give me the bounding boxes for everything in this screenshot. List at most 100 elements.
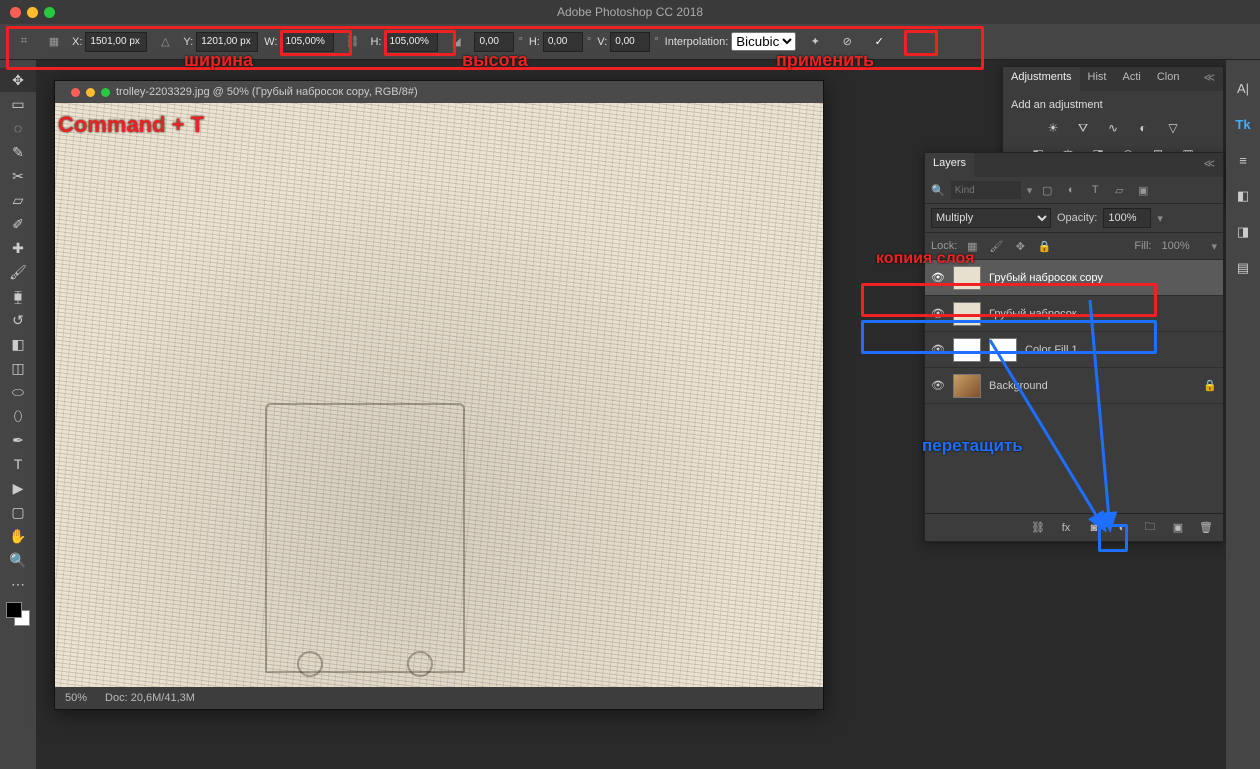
blur-tool[interactable]: ⬭ [0, 380, 36, 404]
filter-type-icon[interactable]: T [1086, 181, 1104, 199]
doc-max-icon[interactable] [101, 88, 110, 97]
brush-tool[interactable]: 🖌 [0, 260, 36, 284]
interpolation-select[interactable]: Bicubic [731, 32, 796, 51]
exposure-icon[interactable]: ◐ [1132, 119, 1154, 137]
rail-icon-3[interactable]: ≡ [1233, 150, 1253, 170]
lock-pos-icon[interactable]: ✥ [1011, 237, 1029, 255]
link-icon[interactable]: ⛓ [340, 30, 364, 54]
delta-icon[interactable]: △ [153, 30, 177, 54]
filter-adjust-icon[interactable]: ◐ [1062, 181, 1080, 199]
x-label: X: [72, 36, 82, 48]
frame-tool[interactable]: ▱ [0, 188, 36, 212]
tk-icon[interactable]: Tk [1233, 114, 1253, 134]
layers-filter-bar: 🔍 ▾ ▢ ◐ T ▱ ▣ [925, 177, 1223, 204]
path-select-tool[interactable]: ▶ [0, 476, 36, 500]
layer-row[interactable]: 👁 Background 🔒 [925, 368, 1223, 404]
visibility-icon[interactable]: 👁 [931, 343, 945, 356]
layer-name[interactable]: Грубый набросок [989, 308, 1217, 320]
filter-smart-icon[interactable]: ▣ [1134, 181, 1152, 199]
eyedropper-tool[interactable]: ✐ [0, 212, 36, 236]
marquee-tool[interactable]: ▭ [0, 92, 36, 116]
canvas[interactable] [55, 103, 823, 687]
history-brush-tool[interactable]: ↺ [0, 308, 36, 332]
layer-name[interactable]: Color Fill 1 [1025, 344, 1217, 356]
tab-history[interactable]: Hist [1080, 67, 1115, 91]
zoom-tool[interactable]: 🔍 [0, 548, 36, 572]
layer-row[interactable]: 👁 Грубый набросок [925, 296, 1223, 332]
filter-shape-icon[interactable]: ▱ [1110, 181, 1128, 199]
lock-pixels-icon[interactable]: ▦ [963, 237, 981, 255]
filter-image-icon[interactable]: ▢ [1038, 181, 1056, 199]
kind-filter[interactable] [951, 181, 1021, 199]
reference-point-icon[interactable]: ▦ [42, 30, 66, 54]
add-mask-button[interactable]: ◙ [1085, 519, 1103, 537]
zoom-level[interactable]: 50% [65, 692, 87, 704]
vibrance-icon[interactable]: ▽ [1162, 119, 1184, 137]
stamp-tool[interactable]: ⧯ [0, 284, 36, 308]
minimize-window-icon[interactable] [27, 7, 38, 18]
visibility-icon[interactable]: 👁 [931, 379, 945, 392]
hskew-input[interactable] [543, 32, 583, 52]
layer-row[interactable]: 👁 Color Fill 1 [925, 332, 1223, 368]
crop-tool[interactable]: ✂ [0, 164, 36, 188]
type-tool[interactable]: T [0, 452, 36, 476]
tab-clone[interactable]: Clon [1149, 67, 1188, 91]
y-field: Y: [183, 32, 258, 52]
move-tool[interactable]: ✥ [0, 68, 36, 92]
eraser-tool[interactable]: ◧ [0, 332, 36, 356]
w-input[interactable] [280, 32, 334, 52]
vskew-input[interactable] [610, 32, 650, 52]
levels-icon[interactable]: ⛛ [1072, 119, 1094, 137]
gradient-tool[interactable]: ◫ [0, 356, 36, 380]
doc-min-icon[interactable] [86, 88, 95, 97]
new-layer-button[interactable]: ▣ [1169, 519, 1187, 537]
rail-icon-6[interactable]: ▤ [1233, 258, 1253, 278]
tab-adjustments[interactable]: Adjustments [1003, 67, 1080, 91]
maximize-window-icon[interactable] [44, 7, 55, 18]
layer-name[interactable]: Грубый набросок copy [989, 272, 1217, 284]
dodge-tool[interactable]: ⬯ [0, 404, 36, 428]
shape-tool[interactable]: ▢ [0, 500, 36, 524]
adjustment-layer-button[interactable]: ◐ [1113, 519, 1131, 537]
color-swatches[interactable] [6, 602, 30, 626]
x-input[interactable] [85, 32, 147, 52]
fx-button[interactable]: fx [1057, 519, 1075, 537]
delete-layer-button[interactable]: 🗑 [1197, 519, 1215, 537]
doc-close-icon[interactable] [71, 88, 80, 97]
layer-row[interactable]: 👁 Грубый набросок copy [925, 260, 1223, 296]
warp-mode-button[interactable]: ✦ [802, 30, 828, 54]
opacity-value[interactable]: 100% [1103, 208, 1151, 228]
curves-icon[interactable]: ∿ [1102, 119, 1124, 137]
hand-tool[interactable]: ✋ [0, 524, 36, 548]
quick-select-tool[interactable]: ✎ [0, 140, 36, 164]
layer-thumb [953, 338, 981, 362]
collapse-icon[interactable]: ≪ [1195, 67, 1223, 91]
character-icon[interactable]: A| [1233, 78, 1253, 98]
lasso-tool[interactable]: ◌ [0, 116, 36, 140]
lock-paint-icon[interactable]: 🖌 [987, 237, 1005, 255]
healing-tool[interactable]: ✚ [0, 236, 36, 260]
brightness-icon[interactable]: ☀ [1042, 119, 1064, 137]
link-layers-button[interactable]: ⛓ [1029, 519, 1047, 537]
visibility-icon[interactable]: 👁 [931, 271, 945, 284]
pen-tool[interactable]: ✒ [0, 428, 36, 452]
collapse-layers-icon[interactable]: ≪ [1195, 153, 1223, 177]
layer-name[interactable]: Background [989, 380, 1195, 392]
rail-icon-5[interactable]: ◨ [1233, 222, 1253, 242]
h-input[interactable] [384, 32, 438, 52]
cancel-transform-button[interactable]: ⊘ [834, 30, 860, 54]
visibility-icon[interactable]: 👁 [931, 307, 945, 320]
group-button[interactable]: 🗀 [1141, 519, 1159, 537]
right-panels: Adjustments Hist Acti Clon ≪ Add an adju… [900, 60, 1260, 769]
tab-actions[interactable]: Acti [1114, 67, 1148, 91]
commit-transform-button[interactable]: ✓ [866, 30, 892, 54]
blend-mode-select[interactable]: Multiply [931, 208, 1051, 228]
edit-toolbar[interactable]: ⋯ [0, 572, 36, 596]
close-window-icon[interactable] [10, 7, 21, 18]
rail-icon-4[interactable]: ◧ [1233, 186, 1253, 206]
lock-all-icon[interactable]: 🔒 [1035, 237, 1053, 255]
fill-value[interactable]: 100% [1157, 240, 1205, 252]
y-input[interactable] [196, 32, 258, 52]
rotate-input[interactable] [474, 32, 514, 52]
tab-layers[interactable]: Layers [925, 153, 974, 177]
